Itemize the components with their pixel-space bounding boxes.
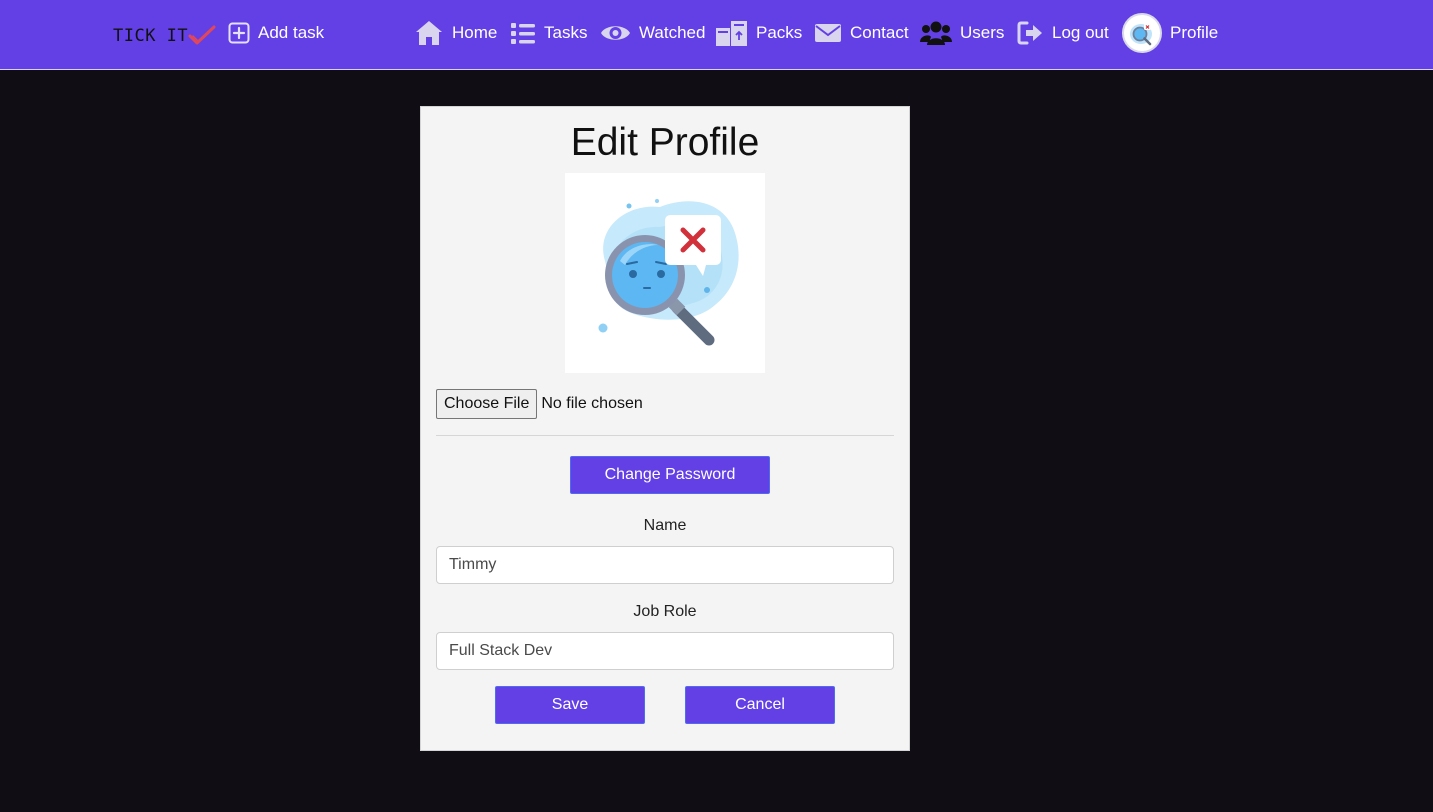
- nav-home-label: Home: [452, 23, 498, 42]
- job-role-field[interactable]: Full Stack Dev: [436, 632, 894, 670]
- nav-packs-label: Packs: [756, 23, 803, 42]
- nav-add-task[interactable]: Add task: [228, 17, 324, 49]
- nav-home[interactable]: Home: [414, 17, 497, 49]
- nav-add-task-label: Add task: [258, 23, 325, 42]
- boxes-icon: [715, 18, 748, 48]
- change-password-button[interactable]: Change Password: [570, 456, 770, 494]
- home-icon: [414, 19, 444, 47]
- page-title: Edit Profile: [570, 121, 760, 164]
- envelope-icon: [814, 22, 842, 44]
- nav-profile-label: Profile: [1170, 23, 1219, 42]
- eye-icon: [600, 21, 631, 45]
- logout-icon: [1017, 20, 1044, 46]
- avatar: [1122, 13, 1162, 53]
- file-status-text: No file chosen: [541, 395, 643, 412]
- save-button[interactable]: Save: [495, 686, 645, 724]
- nav-packs[interactable]: Packs: [715, 17, 802, 49]
- navbar: TICK IT Add task Home Tasks Watched Pack…: [0, 0, 1433, 70]
- edit-profile-card: Edit Profile Choose File No file chosen …: [420, 106, 910, 751]
- job-role-field-value: Full Stack Dev: [449, 642, 553, 659]
- nav-contact[interactable]: Contact: [814, 17, 909, 49]
- nav-contact-label: Contact: [850, 23, 909, 42]
- checkmark-icon: [188, 25, 216, 45]
- job-role-label: Job Role: [633, 603, 697, 620]
- nav-logout[interactable]: Log out: [1017, 17, 1109, 49]
- divider: [436, 435, 894, 436]
- nav-tasks-label: Tasks: [544, 23, 588, 42]
- nav-profile[interactable]: Profile: [1122, 13, 1218, 53]
- choose-file-button[interactable]: Choose File: [436, 389, 538, 419]
- nav-watched[interactable]: Watched: [600, 17, 705, 49]
- file-upload-row: Choose File No file chosen: [436, 389, 643, 419]
- profile-image: [565, 173, 765, 373]
- plus-square-icon: [228, 22, 250, 44]
- nav-tasks[interactable]: Tasks: [510, 17, 587, 49]
- nav-logout-label: Log out: [1052, 23, 1109, 42]
- brand-text: TICK IT: [113, 26, 189, 46]
- name-label: Name: [643, 517, 687, 534]
- nav-users-label: Users: [960, 23, 1005, 42]
- nav-watched-label: Watched: [639, 23, 706, 42]
- name-field[interactable]: Timmy: [436, 546, 894, 584]
- users-icon: [920, 20, 952, 46]
- nav-users[interactable]: Users: [920, 17, 1004, 49]
- brand-logo[interactable]: TICK IT: [113, 22, 216, 46]
- no-results-illustration: [598, 199, 739, 346]
- list-icon: [510, 21, 536, 45]
- name-field-value: Timmy: [449, 556, 497, 573]
- cancel-button[interactable]: Cancel: [685, 686, 835, 724]
